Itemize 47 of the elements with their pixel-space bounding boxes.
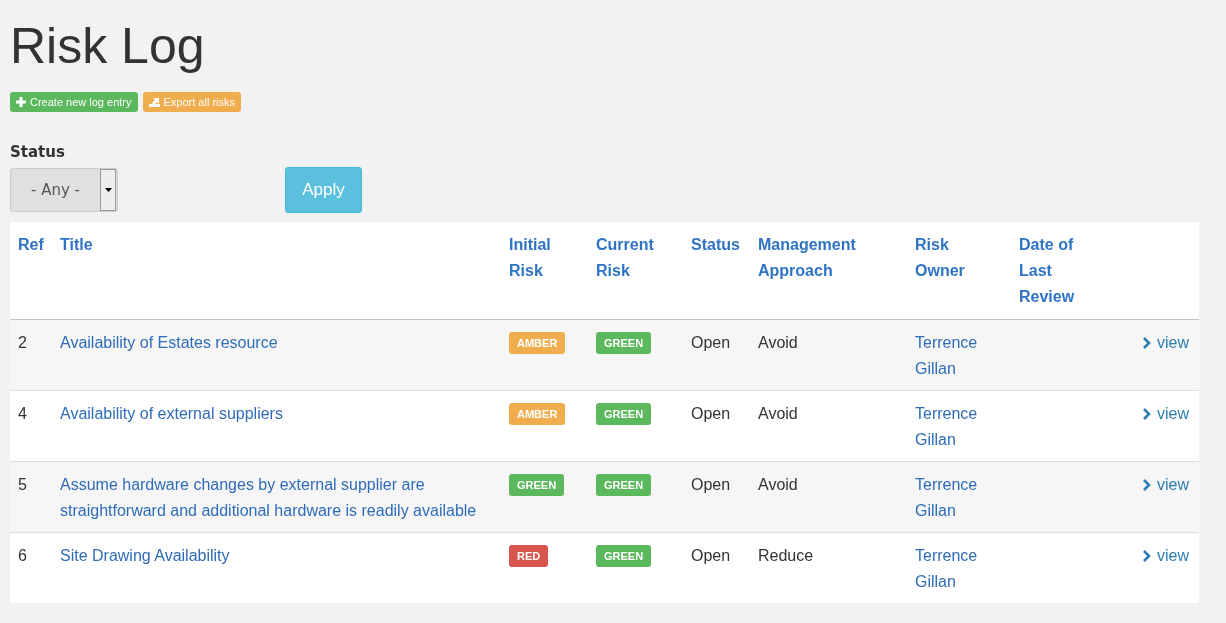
risk-badge: GREEN bbox=[596, 403, 652, 425]
owner-link[interactable]: Terrence Gillan bbox=[915, 543, 1003, 595]
column-header[interactable]: Status bbox=[691, 232, 742, 258]
risk-badge: AMBER bbox=[509, 332, 566, 354]
column-header[interactable]: Ref bbox=[18, 232, 44, 258]
column-header[interactable]: Risk Owner bbox=[915, 232, 1003, 284]
risk-badge: AMBER bbox=[509, 403, 566, 425]
risk-badge: GREEN bbox=[596, 474, 652, 496]
status-cell: Open bbox=[691, 476, 731, 493]
risk-title-link[interactable]: Site Drawing Availability bbox=[60, 543, 493, 569]
approach-cell: Avoid bbox=[758, 476, 798, 493]
risk-badge: GREEN bbox=[596, 545, 652, 567]
view-link[interactable]: view bbox=[1143, 401, 1189, 427]
view-link[interactable]: view bbox=[1143, 330, 1189, 356]
chevron-icon bbox=[1143, 479, 1151, 491]
risk-badge: GREEN bbox=[509, 474, 565, 496]
column-header[interactable]: Initial Risk bbox=[509, 232, 580, 284]
action-button[interactable]: Create new log entry bbox=[10, 92, 138, 112]
view-link[interactable]: view bbox=[1143, 472, 1189, 498]
status-cell: Open bbox=[691, 334, 731, 351]
ref-cell: 6 bbox=[18, 547, 27, 564]
filter-label: Status bbox=[10, 143, 66, 161]
status-dropdown[interactable]: - Any - bbox=[10, 168, 118, 212]
ref-cell: 4 bbox=[18, 405, 27, 422]
ref-cell: 2 bbox=[18, 334, 27, 351]
approach-cell: Avoid bbox=[758, 334, 798, 351]
view-link[interactable]: view bbox=[1143, 543, 1189, 569]
risk-badge: GREEN bbox=[596, 332, 652, 354]
plus-icon bbox=[16, 97, 26, 107]
risk-title-link[interactable]: Availability of external suppliers bbox=[60, 401, 493, 427]
chevron-icon bbox=[1143, 408, 1151, 420]
column-header[interactable]: Current Risk bbox=[596, 232, 675, 284]
approach-cell: Reduce bbox=[758, 547, 814, 564]
column-header[interactable]: Title bbox=[60, 232, 493, 258]
page-title: Risk Log bbox=[10, 17, 206, 76]
caret-icon bbox=[100, 169, 116, 211]
owner-link[interactable]: Terrence Gillan bbox=[915, 401, 1003, 453]
chevron-icon bbox=[1143, 550, 1151, 562]
column-header[interactable]: Date of Last Review bbox=[1019, 232, 1103, 310]
chevron-icon bbox=[1143, 337, 1151, 349]
risk-badge: RED bbox=[509, 545, 549, 567]
approach-cell: Avoid bbox=[758, 405, 798, 422]
column-header[interactable]: Management Approach bbox=[758, 232, 899, 284]
status-cell: Open bbox=[691, 547, 731, 564]
ref-cell: 5 bbox=[18, 476, 27, 493]
status-cell: Open bbox=[691, 405, 731, 422]
export-icon bbox=[148, 97, 160, 107]
